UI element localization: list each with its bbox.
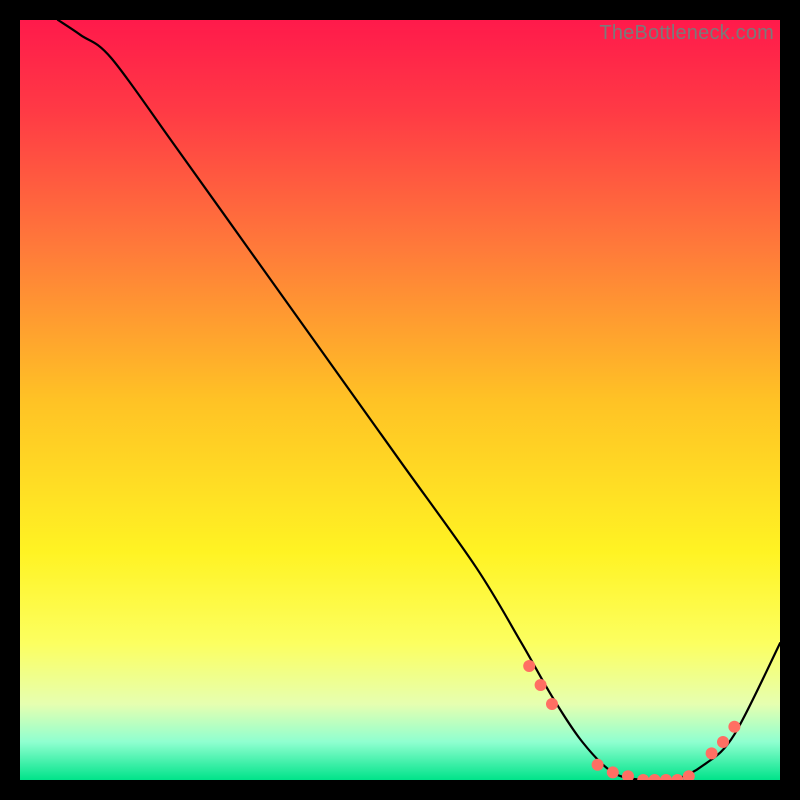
chart-frame: TheBottleneck.com (20, 20, 780, 780)
highlight-point (546, 698, 558, 710)
highlight-point (535, 679, 547, 691)
highlight-point (592, 759, 604, 771)
chart-background (20, 20, 780, 780)
highlight-point (706, 747, 718, 759)
watermark-text: TheBottleneck.com (599, 22, 774, 45)
highlight-point (728, 721, 740, 733)
highlight-point (607, 766, 619, 778)
highlight-point (717, 736, 729, 748)
chart-svg (20, 20, 780, 780)
highlight-point (523, 660, 535, 672)
